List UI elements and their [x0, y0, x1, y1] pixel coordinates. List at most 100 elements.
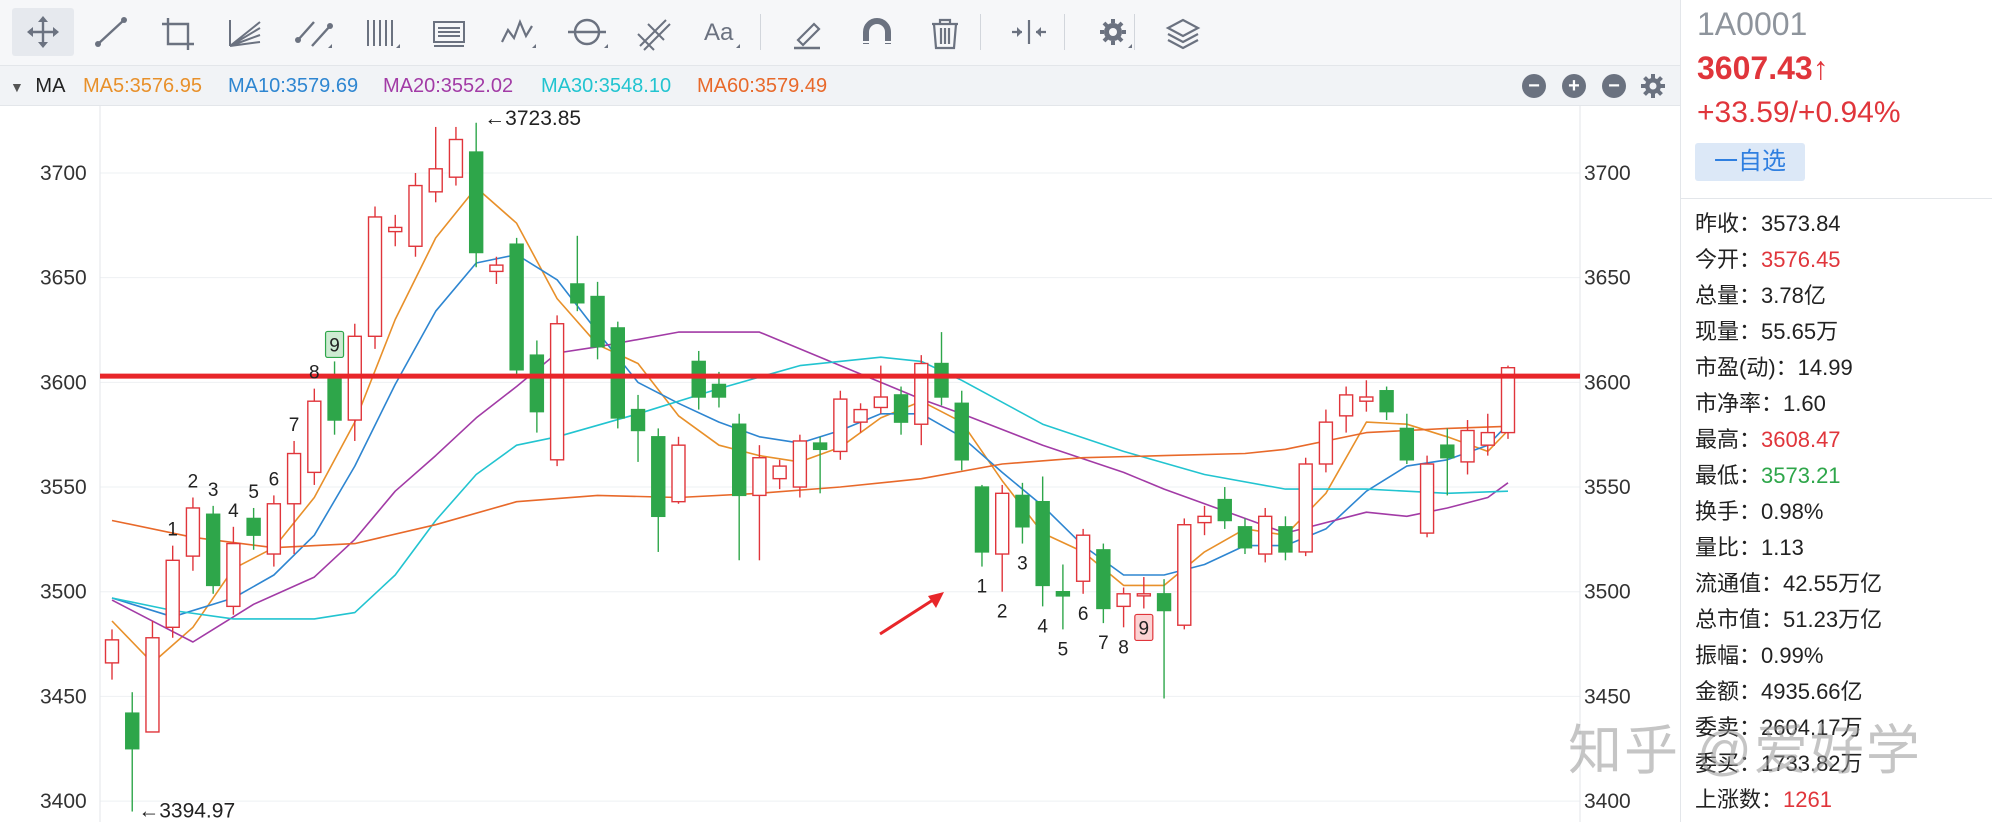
- y-tick-label-left: 3650: [40, 267, 87, 290]
- stat-row: 市盈(动)：14.99: [1695, 350, 1992, 386]
- pitchfork-icon: [637, 19, 671, 51]
- candle-down: [327, 377, 342, 421]
- minus-icon[interactable]: −: [1602, 74, 1626, 98]
- candle-up: [286, 452, 302, 505]
- crop-icon: [162, 18, 194, 50]
- seq-count-label: 2: [188, 471, 199, 492]
- seq-count-label: 2: [997, 602, 1008, 623]
- stat-label: 量比：: [1695, 535, 1762, 560]
- gann-lines-tool[interactable]: [352, 8, 414, 56]
- candle-up: [388, 226, 403, 233]
- wave-tool[interactable]: [488, 8, 550, 56]
- trendline-tool[interactable]: [80, 8, 142, 56]
- toolbar-separator: [1134, 14, 1135, 50]
- stat-label: 振幅：: [1695, 643, 1762, 668]
- svg-text:Aa: Aa: [704, 19, 734, 46]
- y-tick-label-right: 3650: [1584, 267, 1631, 290]
- cycle-tool[interactable]: [556, 8, 618, 56]
- delete-tool[interactable]: [914, 8, 976, 56]
- chart-canvas[interactable]: 3400 3400 3450 3450 3500 3500 3550 3550 3600 3600…: [0, 106, 1680, 822]
- candle-up: [833, 398, 848, 453]
- stat-row: 最低：3573.21: [1695, 458, 1992, 494]
- watermark: 知乎 @爱好学: [1568, 721, 1922, 781]
- candle-down: [731, 423, 747, 497]
- fit-tool[interactable]: [998, 8, 1060, 56]
- low-price-label: ←3394.97: [138, 800, 235, 822]
- candle-down: [125, 712, 140, 750]
- candle-down: [468, 151, 484, 254]
- candle-up: [489, 264, 504, 273]
- candle-up: [145, 637, 160, 733]
- crosshair-move-tool[interactable]: [12, 8, 74, 56]
- seq-count-label: 7: [1098, 633, 1109, 654]
- candle-down: [630, 408, 646, 432]
- toolbar-separator: [980, 14, 981, 50]
- fib-tool[interactable]: [420, 8, 482, 56]
- divider: [1681, 198, 1992, 199]
- stat-value: 3.78亿: [1761, 283, 1826, 308]
- stat-value: 42.55万亿: [1783, 571, 1883, 596]
- y-tick-label-right: 3550: [1584, 476, 1631, 499]
- cycle-icon: [568, 18, 608, 48]
- stat-value: 1261: [1783, 787, 1832, 812]
- channel-tool[interactable]: [284, 8, 346, 56]
- stat-row: 金额：4935.66亿: [1695, 674, 1992, 710]
- candle-up: [995, 492, 1010, 555]
- candlestick-chart[interactable]: 3400 3400 3450 3450 3500 3500 3550 3550 3600 3600…: [0, 106, 1680, 822]
- stat-value: 3608.47: [1761, 427, 1841, 452]
- candle-down: [1440, 444, 1455, 459]
- candle-up: [307, 400, 322, 474]
- stat-label: 今开：: [1695, 247, 1762, 272]
- y-tick-label-right: 3700: [1584, 162, 1631, 185]
- candle-down: [246, 517, 261, 536]
- drawing-toolbar: Aa: [0, 0, 1680, 66]
- magnet-tool[interactable]: [846, 8, 908, 56]
- candle-up: [1338, 394, 1354, 417]
- stat-label: 流通值：: [1695, 571, 1784, 596]
- vertical-lines-icon: [367, 20, 400, 48]
- candle-up: [772, 465, 787, 480]
- stat-value: 0.99%: [1761, 643, 1824, 668]
- candle-up: [671, 444, 686, 503]
- indicator-name: MA: [35, 75, 66, 97]
- y-tick-label-left: 3700: [40, 162, 87, 185]
- stat-row: 今开：3576.45: [1695, 242, 1992, 278]
- candle-down: [1399, 427, 1415, 461]
- stat-row: 总量：3.78亿: [1695, 278, 1992, 314]
- annotation-arrow: [879, 596, 937, 636]
- pitchfork-tool[interactable]: [624, 8, 686, 56]
- indicator-toggle[interactable]: ▼ MA: [10, 75, 65, 98]
- add-watchlist-button[interactable]: 一自选: [1695, 143, 1805, 181]
- candle-up: [1258, 515, 1273, 555]
- text-tool[interactable]: Aa: [690, 8, 752, 56]
- y-tick-label-left: 3550: [40, 476, 87, 499]
- candle-down: [205, 513, 221, 587]
- y-tick-label-left: 3450: [40, 685, 87, 708]
- seq-count-label: 6: [1078, 604, 1089, 625]
- crop-tool[interactable]: [148, 8, 210, 56]
- candle-up: [1480, 431, 1495, 446]
- candle-up: [1298, 463, 1313, 553]
- gear-icon[interactable]: [1640, 73, 1666, 99]
- plus-icon[interactable]: +: [1562, 74, 1586, 98]
- candle-down: [711, 383, 727, 398]
- stat-value: 14.99: [1797, 355, 1853, 380]
- seq-count-label: 9: [1139, 618, 1150, 639]
- stat-row: 流通值：42.55万亿: [1695, 566, 1992, 602]
- stat-label: 市盈(动)：: [1695, 355, 1798, 380]
- stat-value: 3573.84: [1761, 211, 1841, 236]
- indicator-bar: ▼ MA MA5:3576.95 MA10:3579.69 MA20:3552.…: [0, 66, 1680, 106]
- candle-down: [1278, 526, 1293, 553]
- minus-icon[interactable]: −: [1522, 74, 1546, 98]
- candle-down: [529, 354, 545, 413]
- stat-label: 最低：: [1695, 463, 1762, 488]
- candle-down: [893, 394, 909, 423]
- candle-up: [914, 362, 929, 425]
- layers-tool[interactable]: [1152, 8, 1214, 56]
- fan-lines-tool[interactable]: [214, 8, 276, 56]
- ma5-value: MA5:3576.95: [83, 75, 202, 97]
- brush-tool[interactable]: [778, 8, 840, 56]
- candle-up: [1359, 396, 1374, 402]
- quote-panel: 1A0001 3607.43↑ +33.59/+0.94% 一自选 昨收：357…: [1680, 0, 1992, 822]
- fan-lines-icon: [229, 20, 261, 47]
